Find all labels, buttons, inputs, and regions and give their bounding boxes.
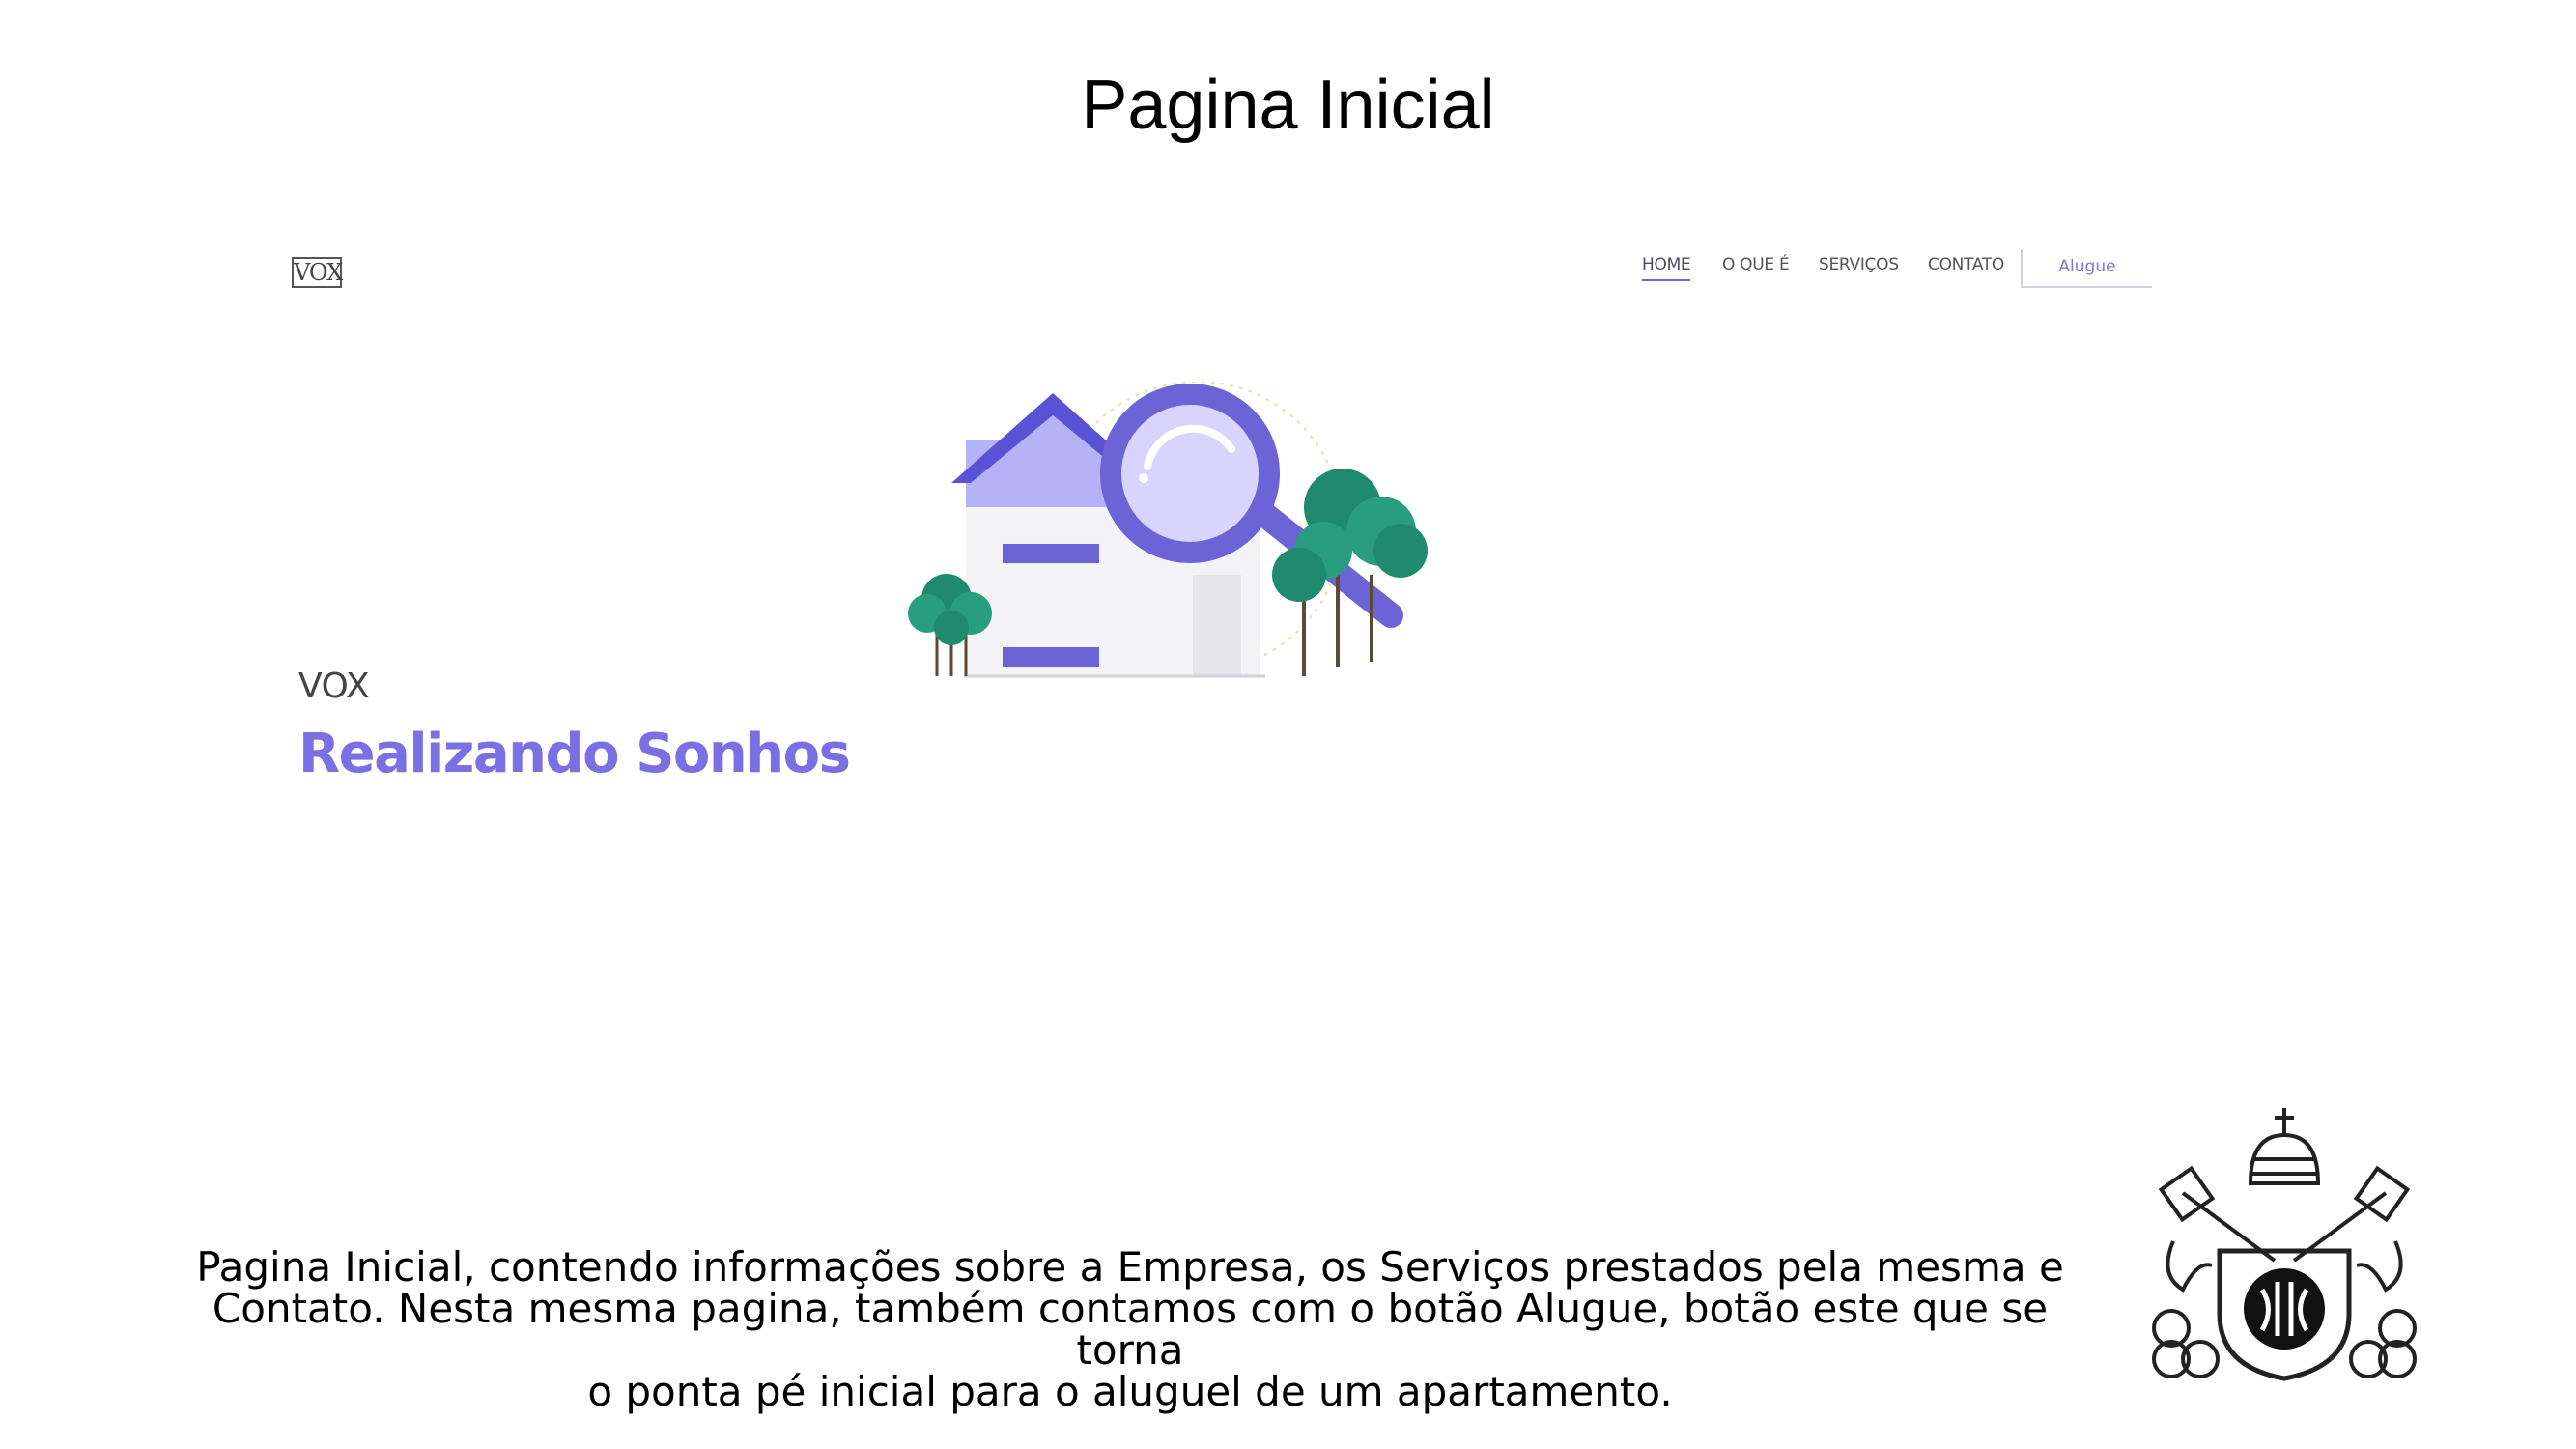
caption-line: o ponta pé inicial para o aluguel de um … xyxy=(587,1368,1673,1415)
nav-home[interactable]: HOME xyxy=(1642,255,1691,274)
caption-line: Contato. Nesta mesma pagina, também cont… xyxy=(212,1285,2049,1374)
hero-title: Realizando Sonhos xyxy=(298,723,851,785)
nav-active-indicator xyxy=(1642,279,1690,281)
hero-subtitle: VOX xyxy=(298,667,370,706)
university-crest-icon xyxy=(2152,1108,2417,1381)
alugue-button[interactable]: Alugue xyxy=(2021,249,2152,288)
nav-about[interactable]: O QUE É xyxy=(1722,255,1790,274)
caption-line: Pagina Inicial, contendo informações sob… xyxy=(196,1243,2064,1291)
site-logo[interactable]: VOX xyxy=(292,257,343,288)
hero-illustration xyxy=(908,382,1428,678)
nav-contact[interactable]: CONTATO xyxy=(1928,255,2004,274)
nav-services[interactable]: SERVIÇOS xyxy=(1819,255,1899,274)
slide-caption: Pagina Inicial, contendo informações sob… xyxy=(164,1246,2096,1412)
